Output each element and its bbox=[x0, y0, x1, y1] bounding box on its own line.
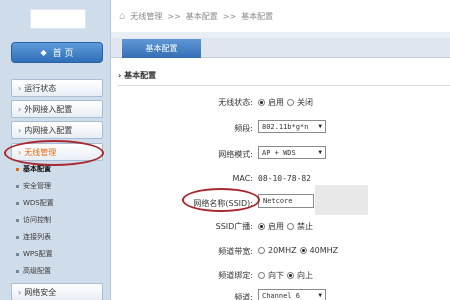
ssid-input-value: Netcore bbox=[263, 197, 293, 205]
broadcast-off-radio[interactable] bbox=[287, 223, 294, 230]
subitem-connection-list[interactable]: 连接列表 bbox=[16, 232, 51, 242]
bullet-icon bbox=[16, 184, 19, 188]
chevron-right-icon: › bbox=[18, 104, 22, 114]
bandwidth-20-radio[interactable] bbox=[258, 247, 265, 254]
radio-label: 禁止 bbox=[297, 222, 313, 231]
bind-up-radio[interactable] bbox=[287, 272, 294, 279]
channel-select[interactable]: Channel 6 ▼ bbox=[258, 289, 326, 300]
chevron-right-icon: › bbox=[18, 83, 22, 93]
subitem-label: 安全管理 bbox=[23, 182, 51, 190]
section-divider bbox=[118, 85, 450, 86]
home-button-label: 首 页 bbox=[52, 49, 74, 59]
subitem-wds[interactable]: WDS配置 bbox=[16, 198, 54, 208]
ssid-broadcast-options: 启用 禁止 bbox=[258, 221, 313, 232]
subitem-label: 高级配置 bbox=[23, 267, 51, 275]
subitem-label: 连接列表 bbox=[23, 233, 51, 241]
dropdown-arrow-icon: ▼ bbox=[318, 292, 322, 299]
band-label: 频段: bbox=[234, 124, 253, 133]
sidebar-item-run-status[interactable]: › 运行状态 bbox=[11, 79, 103, 97]
channel-label: 频道: bbox=[234, 293, 253, 300]
ssid-input[interactable]: Netcore bbox=[258, 194, 314, 208]
home-button[interactable]: ◆ 首 页 bbox=[11, 42, 103, 63]
ssid-label: 网络名称(SSID): bbox=[193, 199, 253, 208]
net-mode-select[interactable]: AP + WDS ▼ bbox=[258, 146, 326, 159]
radio-label: 启用 bbox=[268, 98, 284, 107]
chevron-right-icon: › bbox=[18, 125, 22, 135]
wireless-status-label: 无线状态: bbox=[218, 98, 253, 107]
subitem-label: WDS配置 bbox=[23, 199, 54, 207]
subitem-basic-config[interactable]: 基本配置 bbox=[16, 164, 51, 174]
bullet-icon bbox=[16, 252, 19, 256]
breadcrumb-part: 基本配置 bbox=[241, 11, 274, 21]
bullet-icon bbox=[16, 218, 19, 222]
mac-label: MAC: bbox=[232, 174, 253, 183]
net-mode-select-value: AP + WDS bbox=[262, 148, 296, 157]
bullet-icon bbox=[16, 269, 19, 273]
subitem-label: 访问控制 bbox=[23, 216, 51, 224]
breadcrumb-part: 无线管理 bbox=[130, 11, 163, 21]
subitem-security[interactable]: 安全管理 bbox=[16, 181, 51, 191]
bandwidth-options: 20MHZ 40MHZ bbox=[258, 246, 338, 255]
bandwidth-40-radio[interactable] bbox=[299, 247, 307, 254]
sidebar-item-label: 内网接入配置 bbox=[24, 125, 73, 135]
home-arrow-icon: ◆ bbox=[40, 48, 47, 57]
subitem-label: WPS配置 bbox=[23, 250, 53, 258]
band-select-value: 802.11b*g*n bbox=[262, 122, 309, 131]
channel-bind-label: 频道绑定: bbox=[218, 271, 253, 280]
ssid-input-wrap: Netcore bbox=[258, 194, 314, 208]
net-mode-select-wrap: AP + WDS ▼ bbox=[258, 146, 326, 159]
band-select-wrap: 802.11b*g*n ▼ bbox=[258, 120, 326, 133]
sidebar-item-label: 无线管理 bbox=[24, 147, 57, 157]
subitem-advanced[interactable]: 高级配置 bbox=[16, 266, 51, 276]
bandwidth-label: 频道带宽: bbox=[218, 247, 253, 256]
sidebar-item-lan-config[interactable]: › 内网接入配置 bbox=[11, 121, 103, 139]
mac-value: 08-10-78-82 bbox=[258, 174, 311, 183]
radio-label: 向上 bbox=[297, 271, 313, 280]
subitem-label: 基本配置 bbox=[23, 165, 51, 173]
tab-bar: 基本配置 bbox=[111, 38, 450, 58]
bullet-icon bbox=[16, 167, 19, 171]
channel-select-value: Channel 6 bbox=[262, 291, 300, 300]
bind-down-radio[interactable] bbox=[258, 272, 265, 279]
breadcrumb-separator: >> bbox=[222, 11, 237, 21]
dropdown-arrow-icon: ▼ bbox=[318, 149, 322, 156]
home-icon: ⌂ bbox=[119, 10, 126, 22]
sidebar-item-label: 运行状态 bbox=[24, 83, 57, 93]
broadcast-on-radio[interactable] bbox=[258, 223, 265, 230]
radio-label: 向下 bbox=[268, 271, 284, 280]
radio-label: 启用 bbox=[268, 222, 284, 231]
tab-basic-config[interactable]: 基本配置 bbox=[122, 39, 201, 58]
channel-select-wrap: Channel 6 ▼ bbox=[258, 289, 326, 300]
radio-label: 关闭 bbox=[297, 98, 313, 107]
dropdown-arrow-icon: ▼ bbox=[318, 123, 322, 130]
subitem-access-control[interactable]: 访问控制 bbox=[16, 215, 51, 225]
bullet-icon bbox=[16, 235, 19, 239]
section-title: › 基本配置 bbox=[118, 70, 156, 81]
wireless-off-radio[interactable] bbox=[287, 99, 294, 106]
breadcrumb-part: 基本配置 bbox=[185, 11, 218, 21]
wireless-on-radio[interactable] bbox=[258, 99, 265, 106]
radio-label: 20MHZ bbox=[268, 246, 297, 255]
breadcrumb: ⌂ 无线管理 >> 基本配置 >> 基本配置 bbox=[111, 0, 450, 32]
logo bbox=[30, 9, 86, 29]
bullet-icon bbox=[16, 201, 19, 205]
ssid-broadcast-label: SSID广播: bbox=[215, 222, 253, 231]
channel-bind-options: 向下 向上 bbox=[258, 270, 313, 281]
sidebar-item-net-security[interactable]: › 网络安全 bbox=[11, 283, 103, 300]
sidebar: ◆ 首 页 › 运行状态 › 外网接入配置 › 内网接入配置 › 无线管理 基本… bbox=[0, 0, 111, 300]
radio-label: 40MHZ bbox=[309, 246, 339, 255]
subitem-wps[interactable]: WPS配置 bbox=[16, 249, 53, 259]
section-title-text: 基本配置 bbox=[124, 71, 157, 80]
sidebar-item-label: 外网接入配置 bbox=[24, 104, 73, 114]
chevron-right-icon: › bbox=[18, 147, 22, 157]
background-block bbox=[315, 185, 368, 215]
sidebar-item-wan-config[interactable]: › 外网接入配置 bbox=[11, 100, 103, 118]
sidebar-item-label: 网络安全 bbox=[24, 287, 57, 297]
sidebar-item-wireless[interactable]: › 无线管理 bbox=[11, 143, 103, 161]
wireless-status-options: 启用 关闭 bbox=[258, 97, 313, 108]
band-select[interactable]: 802.11b*g*n ▼ bbox=[258, 120, 326, 133]
breadcrumb-separator: >> bbox=[167, 11, 181, 21]
chevron-right-icon: › bbox=[18, 287, 22, 297]
net-mode-label: 网络模式: bbox=[218, 150, 253, 159]
